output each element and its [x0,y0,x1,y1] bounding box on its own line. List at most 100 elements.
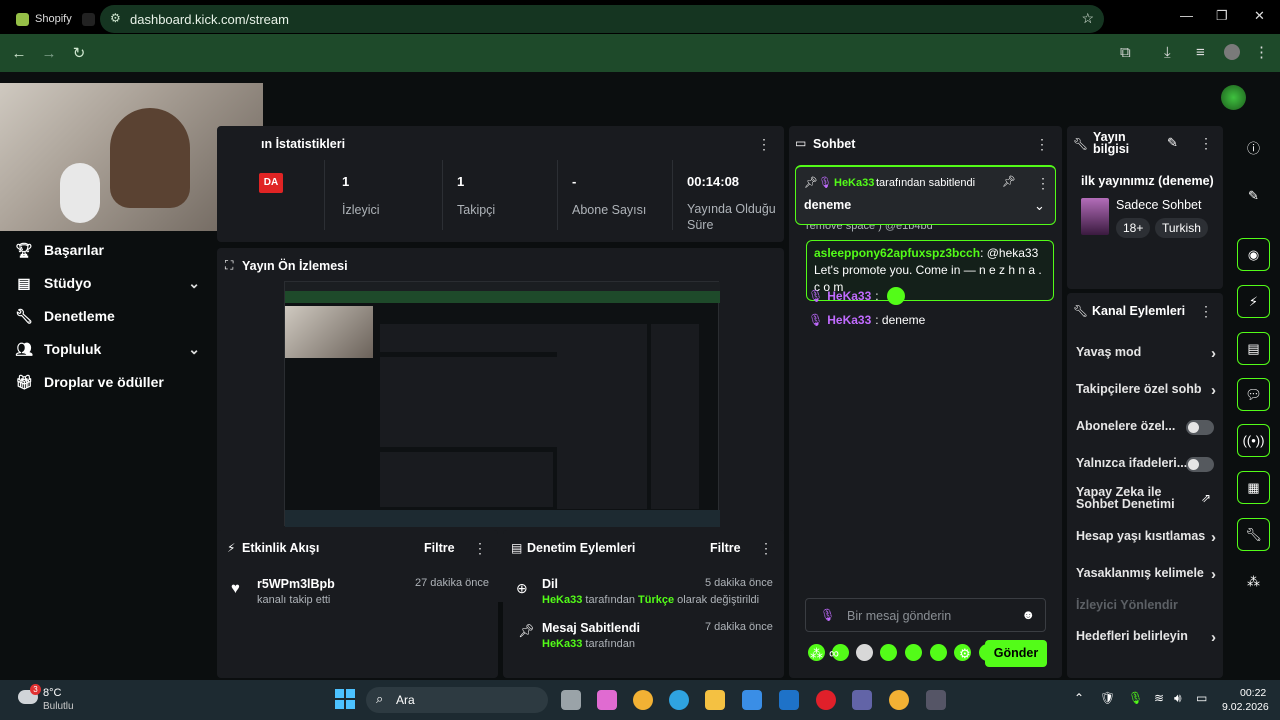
battery-icon[interactable]: ▭ [1196,691,1207,705]
chrome-active-icon[interactable] [889,690,909,710]
action-ai-moderation[interactable]: Yapay Zeka ile Sohbet Denetimi [1076,486,1176,511]
action-banned-words[interactable]: Yasaklanmış kelimele › [1076,566,1216,583]
chat-message[interactable]: 🎙︎ HeKa33 : [808,287,905,305]
chevron-up-icon[interactable]: ⌃ [1074,691,1084,705]
kick-logo-icon[interactable]: ⁂ [810,646,823,662]
toggle-switch[interactable] [1186,457,1214,472]
reload-icon[interactable]: ↻ [64,44,94,62]
chrome-icon[interactable] [633,690,653,710]
edit-pencil-icon[interactable]: ✎ [1237,179,1270,212]
more-icon[interactable]: ⋮ [1035,136,1049,153]
edit-pencil-icon[interactable]: ✎ [1167,135,1178,151]
action-subscribers-only[interactable]: Abonelere özel... [1076,419,1216,435]
wrench-icon[interactable]: 🔧︎ [1237,518,1270,551]
action-emotes-only[interactable]: Yalnızca ifadeleri... [1076,456,1216,472]
stream-preview-video[interactable] [284,281,720,527]
wifi-icon[interactable]: ≋ [1154,691,1164,705]
action-followers-only[interactable]: Takipçilere özel sohb › [1076,382,1216,399]
moderation-filter-button[interactable]: Filtre [710,541,741,555]
opera-icon[interactable] [816,690,836,710]
url-field[interactable]: ⚙ dashboard.kick.com/stream ☆ [100,5,1104,33]
task-view-icon[interactable] [561,690,581,710]
mic-icon[interactable]: 🎙︎ [1128,691,1143,705]
maximize-icon[interactable]: ❐ [1216,8,1228,24]
bookmark-star-icon[interactable]: ☆ [1081,10,1094,27]
profile-avatar[interactable] [1224,44,1240,60]
browser-menu-icon[interactable]: ⋮ [1254,43,1269,61]
tag-badge[interactable]: 18+ [1116,218,1151,238]
user-avatar[interactable] [1221,85,1246,110]
file-explorer-icon[interactable] [705,690,725,710]
category-thumbnail[interactable] [1081,198,1109,235]
extensions-icon[interactable]: ⧉ [1120,44,1131,61]
chat-user[interactable]: HeKa33 [827,312,871,329]
forward-icon[interactable]: → [34,45,64,62]
mod-user[interactable]: HeKa33 [542,594,582,606]
close-window-icon[interactable]: ✕ [1254,8,1265,24]
lightning-icon[interactable]: ⚡︎ [1237,285,1270,318]
site-info-icon[interactable]: ⚙ [110,11,121,25]
store-icon[interactable] [742,690,762,710]
more-icon[interactable]: ⋮ [759,540,773,557]
mod-user[interactable]: HeKa33 [542,638,582,650]
media-icon[interactable]: ≡ [1196,44,1205,61]
more-icon[interactable]: ⋮ [757,136,771,153]
clock-time[interactable]: 00:22 [1240,687,1266,699]
layout-icon[interactable]: ▦ [1237,471,1270,504]
outlook-icon[interactable] [779,690,799,710]
sidebar-item-topluluk[interactable]: 👥︎ Topluluk ⌄ [15,341,200,358]
emote-icon[interactable] [880,644,897,661]
activity-user[interactable]: r5WPm3lBpb [257,577,335,591]
unpin-icon[interactable]: 📌︎ [1002,175,1016,188]
pinned-user[interactable]: HeKa33 [834,177,874,189]
info-icon[interactable]: ⓘ [1237,131,1270,164]
chat-bubble-icon[interactable]: 💬︎ [1237,378,1270,411]
sidebar-item-basarilar[interactable]: 🏆︎ Başarılar [15,242,104,259]
camera-icon[interactable]: ◉ [1237,238,1270,271]
taskbar-search[interactable]: ⌕ Ara [366,687,548,713]
more-icon[interactable]: ⋮ [473,540,487,557]
tag-badge[interactable]: Turkish [1155,218,1208,238]
edge-icon[interactable] [669,690,689,710]
category-name[interactable]: Sadece Sohbet [1116,198,1202,212]
teams-icon[interactable] [852,690,872,710]
back-icon[interactable]: ← [4,45,34,62]
action-slow-mode[interactable]: Yavaş mod › [1076,345,1216,362]
windows-start-icon[interactable] [335,689,355,709]
emote-icon[interactable] [905,644,922,661]
sidebar-item-droplar[interactable]: 🎁︎ Droplar ve ödüller [15,374,164,391]
settings-gear-icon[interactable]: ⚙ [959,646,971,662]
emote-icon[interactable] [856,644,873,661]
toggle-switch[interactable] [1186,420,1214,435]
clock-date[interactable]: 9.02.2026 [1222,701,1269,713]
pinned-message[interactable]: 📌︎ 🎙︎ HeKa33 tarafından sabitlendi 📌︎ ⋮ … [795,165,1056,225]
copilot-icon[interactable] [597,690,617,710]
apps-icon[interactable]: ⁂ [1237,565,1270,598]
minimize-icon[interactable]: — [1180,8,1193,23]
external-link-icon[interactable]: ⇗ [1201,491,1211,505]
notes-icon[interactable]: ▤ [1237,332,1270,365]
obs-icon[interactable] [926,690,946,710]
sidebar-item-studyo[interactable]: ▤ Stüdyo ⌄ [16,275,200,292]
sidebar-item-denetleme[interactable]: 🔧︎ Denetleme [15,308,115,325]
chat-user[interactable]: asleeppony62apfuxspz3bcch [814,246,980,260]
security-icon[interactable]: 🛡︎ [1100,691,1115,705]
action-goals[interactable]: Hedefleri belirleyin › [1076,629,1216,646]
more-icon[interactable]: ⋮ [1199,135,1213,152]
chevron-down-icon[interactable]: ⌄ [1034,198,1045,214]
send-button[interactable]: Gönder [985,640,1047,667]
download-icon[interactable]: ⤓ [1164,44,1171,61]
chat-input[interactable]: 🎙︎ Bir mesaj gönderin ☻ [805,598,1046,632]
volume-icon[interactable]: 🔊︎ [1174,691,1182,706]
weather-temp[interactable]: 8°C [43,687,61,699]
infinity-icon[interactable]: ∞ [829,645,839,661]
action-account-age[interactable]: Hesap yaşı kısıtlamas › [1076,529,1216,546]
chat-message[interactable]: 🎙︎ HeKa33 : deneme [808,312,925,329]
activity-filter-button[interactable]: Filtre [424,541,455,555]
chat-user[interactable]: HeKa33 [827,288,871,305]
emote-icon[interactable] [930,644,947,661]
more-icon[interactable]: ⋮ [1199,303,1213,320]
broadcast-icon[interactable]: ((•)) [1237,424,1270,457]
emoji-picker-icon[interactable]: ☻ [1021,607,1035,622]
more-icon[interactable]: ⋮ [1036,175,1050,192]
